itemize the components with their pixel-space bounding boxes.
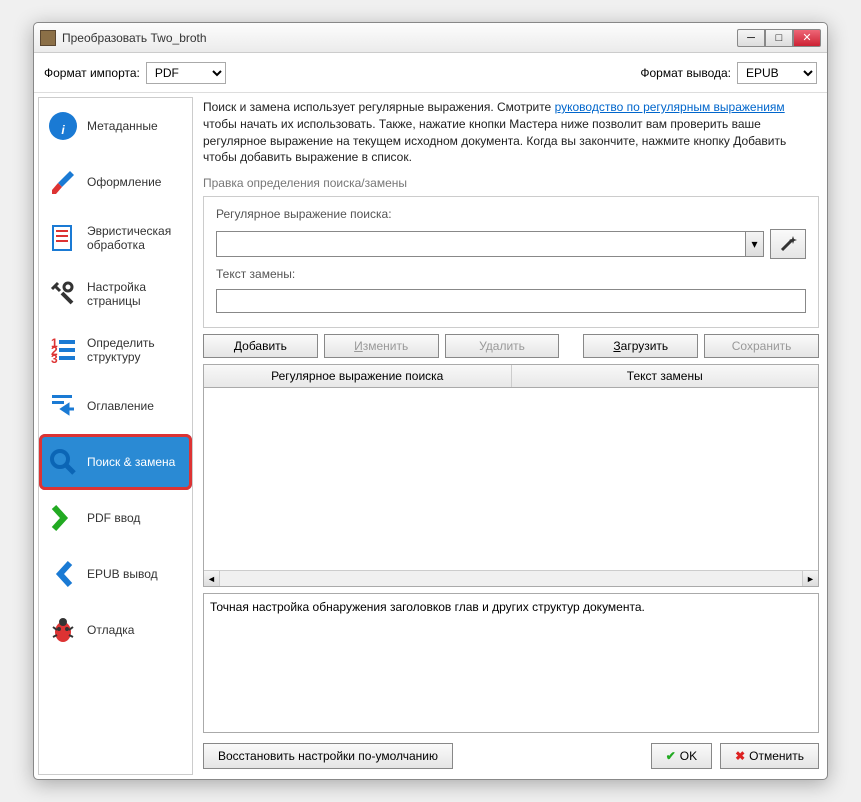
sidebar-item-label: Отладка — [87, 623, 134, 637]
pdf-in-icon — [47, 502, 79, 534]
check-icon: ✔ — [666, 749, 676, 763]
import-format-label: Формат импорта: — [44, 66, 140, 80]
tools-icon — [47, 278, 79, 310]
dialog-window: Преобразовать Two_broth ─ □ ✕ Формат имп… — [33, 22, 828, 780]
structure-icon: 123 — [47, 334, 79, 366]
sidebar-item-label: Поиск & замена — [87, 455, 175, 469]
sidebar: i Метаданные Оформление Эвристическая об… — [38, 97, 193, 775]
sidebar-item-label: Метаданные — [87, 119, 158, 133]
sidebar-item-search-replace[interactable]: Поиск & замена — [39, 434, 192, 490]
output-format-select[interactable]: EPUB — [737, 62, 817, 84]
regex-label: Регулярное выражение поиска: — [216, 207, 806, 221]
toc-icon — [47, 390, 79, 422]
description-text: Поиск и замена использует регулярные выр… — [203, 99, 819, 166]
close-button[interactable]: ✕ — [793, 29, 821, 47]
cancel-icon: ✖ — [735, 749, 745, 763]
main-panel: Поиск и замена использует регулярные выр… — [193, 93, 827, 779]
regex-combo[interactable]: ▾ — [216, 231, 764, 257]
maximize-button[interactable]: □ — [765, 29, 793, 47]
sidebar-item-look[interactable]: Оформление — [39, 154, 192, 210]
table-header-regex[interactable]: Регулярное выражение поиска — [204, 365, 512, 387]
footer: Восстановить настройки по-умолчанию ✔OK … — [203, 739, 819, 773]
load-button[interactable]: Загрузить — [583, 334, 698, 358]
cancel-button[interactable]: ✖Отменить — [720, 743, 819, 769]
sidebar-item-label: Оглавление — [87, 399, 154, 413]
sidebar-item-debug[interactable]: Отладка — [39, 602, 192, 658]
format-bar: Формат импорта: PDF Формат вывода: EPUB — [34, 53, 827, 93]
restore-defaults-button[interactable]: Восстановить настройки по-умолчанию — [203, 743, 453, 769]
output-format-label: Формат вывода: — [640, 66, 731, 80]
sidebar-item-epub-output[interactable]: EPUB вывод — [39, 546, 192, 602]
add-button[interactable]: Добавить — [203, 334, 318, 358]
edit-button[interactable]: Изменить — [324, 334, 439, 358]
regex-input[interactable] — [217, 232, 745, 256]
table-header-replace[interactable]: Текст замены — [512, 365, 819, 387]
sidebar-item-heuristic[interactable]: Эвристическая обработка — [39, 210, 192, 266]
sidebar-item-structure[interactable]: 123 Определить структуру — [39, 322, 192, 378]
window-title: Преобразовать Two_broth — [62, 31, 737, 45]
sidebar-item-metadata[interactable]: i Метаданные — [39, 98, 192, 154]
scroll-right-arrow[interactable]: ► — [802, 571, 818, 586]
titlebar: Преобразовать Two_broth ─ □ ✕ — [34, 23, 827, 53]
minimize-button[interactable]: ─ — [737, 29, 765, 47]
sidebar-item-label: EPUB вывод — [87, 567, 158, 581]
save-button[interactable]: Сохранить — [704, 334, 819, 358]
info-icon: i — [47, 110, 79, 142]
wizard-button[interactable] — [770, 229, 806, 259]
regex-dropdown-arrow[interactable]: ▾ — [745, 232, 763, 256]
search-icon — [47, 446, 79, 478]
sidebar-item-label: Оформление — [87, 175, 161, 189]
search-replace-fieldset: Регулярное выражение поиска: ▾ Текст зам… — [203, 196, 819, 328]
sidebar-item-label: Настройка страницы — [87, 280, 184, 309]
sidebar-item-page-setup[interactable]: Настройка страницы — [39, 266, 192, 322]
rules-table: Регулярное выражение поиска Текст замены… — [203, 364, 819, 587]
horizontal-scrollbar[interactable]: ◄ ► — [204, 570, 818, 586]
scroll-left-arrow[interactable]: ◄ — [204, 571, 220, 586]
sidebar-item-label: Эвристическая обработка — [87, 224, 184, 253]
sidebar-item-label: Определить структуру — [87, 336, 184, 365]
table-body[interactable] — [204, 388, 818, 570]
epub-out-icon — [47, 558, 79, 590]
delete-button[interactable]: Удалить — [445, 334, 560, 358]
import-format-select[interactable]: PDF — [146, 62, 226, 84]
edit-definition-header: Правка определения поиска/замены — [203, 176, 819, 190]
app-icon — [40, 30, 56, 46]
replace-label: Текст замены: — [216, 267, 806, 281]
bug-icon — [47, 614, 79, 646]
info-textbox[interactable]: Точная настройка обнаружения заголовков … — [203, 593, 819, 733]
replace-input[interactable] — [216, 289, 806, 313]
svg-text:3: 3 — [51, 352, 58, 365]
action-button-row: Добавить Изменить Удалить Загрузить Сохр… — [203, 334, 819, 358]
wand-icon — [778, 234, 798, 254]
sidebar-item-pdf-input[interactable]: PDF ввод — [39, 490, 192, 546]
regex-guide-link[interactable]: руководство по регулярным выражениям — [555, 100, 785, 114]
sidebar-item-toc[interactable]: Оглавление — [39, 378, 192, 434]
brush-icon — [47, 166, 79, 198]
ok-button[interactable]: ✔OK — [651, 743, 712, 769]
sidebar-item-label: PDF ввод — [87, 511, 140, 525]
heuristic-icon — [47, 222, 79, 254]
